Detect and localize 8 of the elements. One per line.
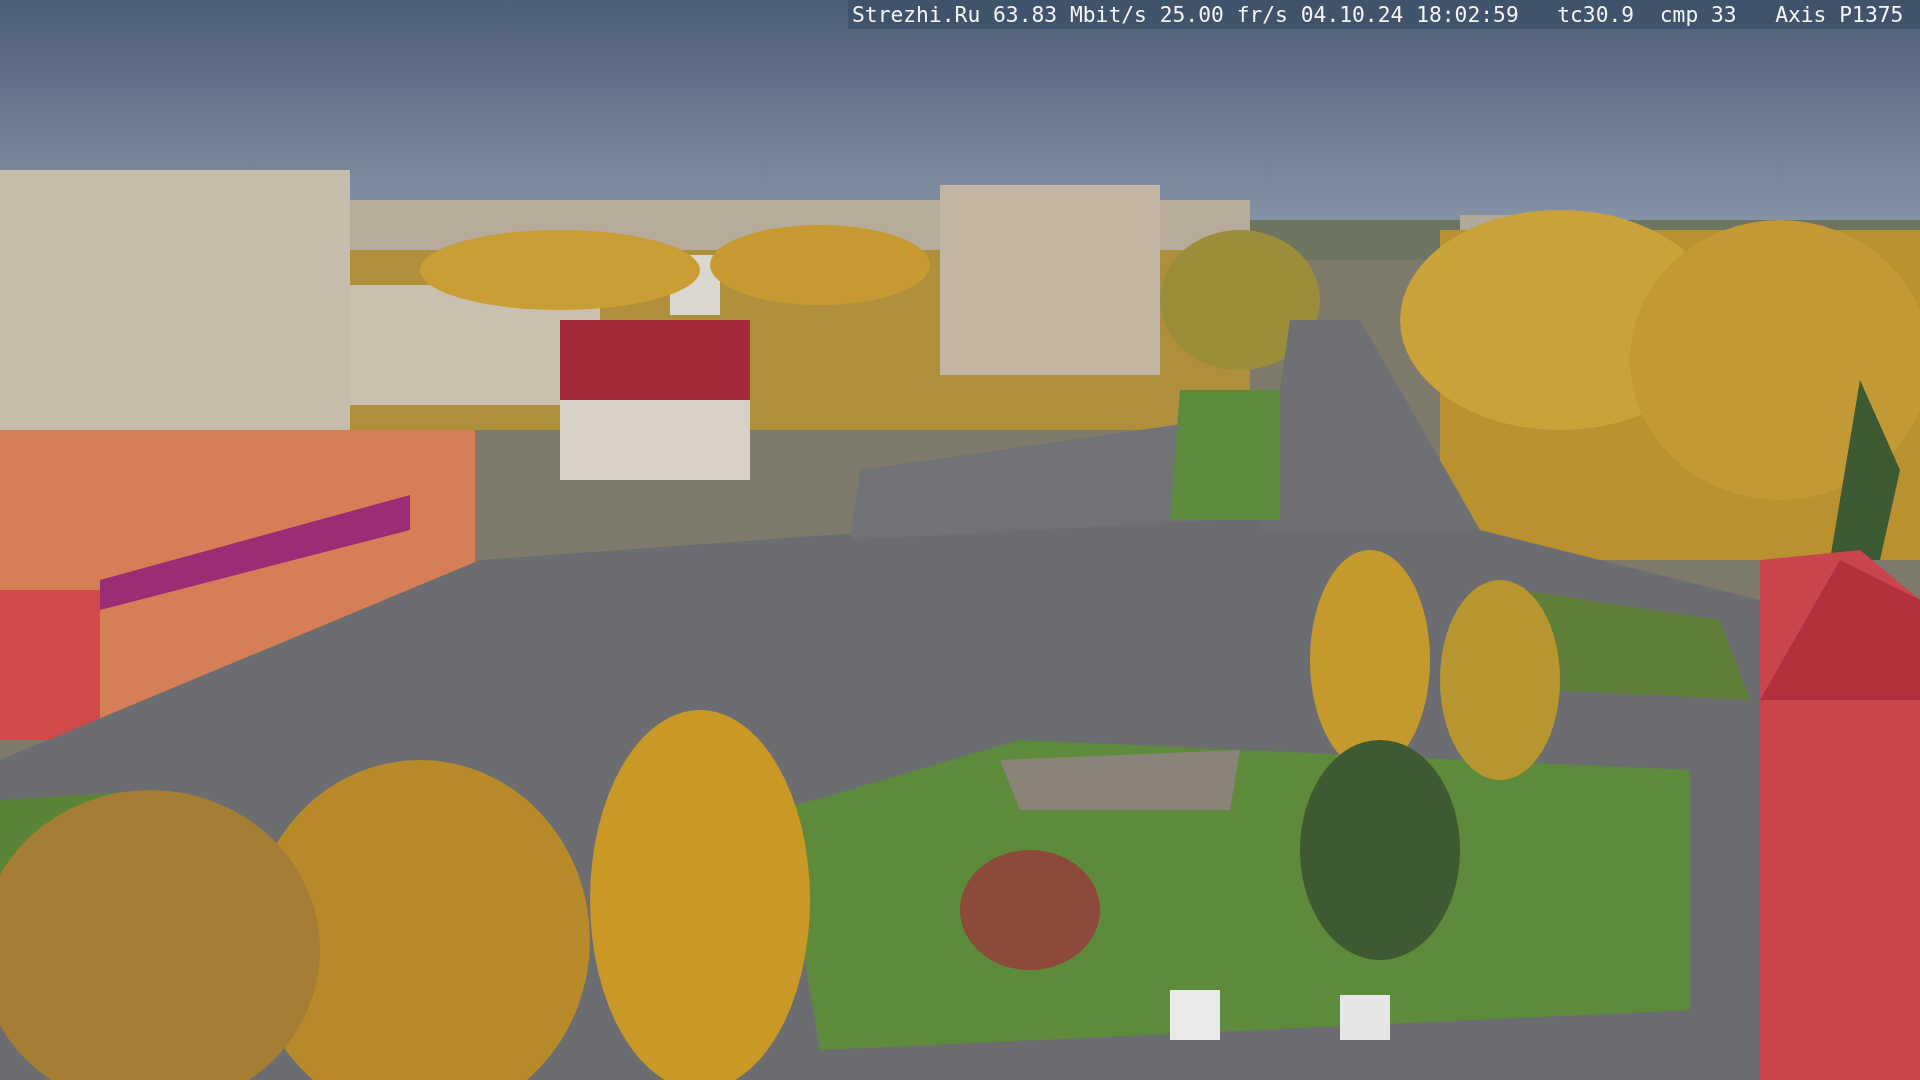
tc-reading: tc30.9 bbox=[1557, 1, 1635, 29]
site-name: Strezhi.Ru bbox=[852, 1, 981, 29]
frame-rate-reading: 25.00 fr/s bbox=[1159, 1, 1288, 29]
time-text: 18:02:59 bbox=[1416, 1, 1519, 29]
cmp-reading: cmp 33 bbox=[1659, 1, 1737, 29]
camera-model-label: Axis P1375 bbox=[1775, 1, 1904, 29]
bitrate-reading: 63.83 Mbit/s bbox=[993, 1, 1147, 29]
date-text: 04.10.24 bbox=[1300, 1, 1404, 29]
